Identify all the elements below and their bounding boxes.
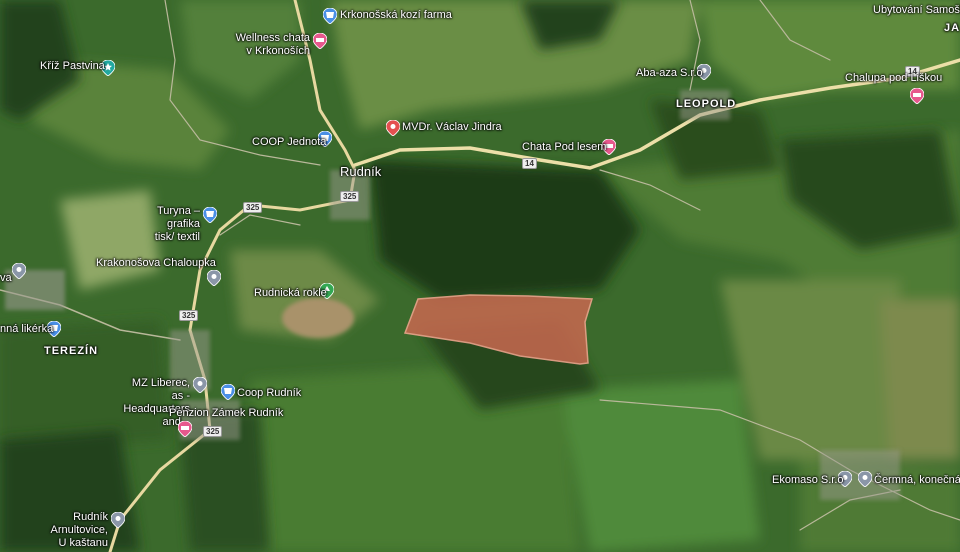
road-shield-325: 325 xyxy=(203,426,223,437)
poi-mvdr-place-icon[interactable] xyxy=(385,119,401,137)
place-label-leopold: LEOPOLD xyxy=(676,98,737,110)
poi-label-chalupa[interactable]: Chalupa pod Liškou xyxy=(845,72,942,85)
poi-label-coop-jednota[interactable]: COOP Jednota xyxy=(252,136,326,149)
poi-krkonosska-shopping-icon[interactable] xyxy=(322,7,338,25)
poi-label-coop-rudnik[interactable]: Coop Rudník xyxy=(237,387,301,400)
poi-label-rudnicka[interactable]: Rudnická rokle xyxy=(254,287,327,300)
poi-label-cermna[interactable]: Čermná, konečná xyxy=(874,474,960,487)
poi-label-krakonosova[interactable]: Krakonošova Chaloupka xyxy=(96,257,216,270)
poi-va-place-icon[interactable] xyxy=(11,262,27,280)
poi-label-turyna[interactable]: Turyna – grafika tisk/ textil xyxy=(128,205,200,244)
poi-label-krkonosska[interactable]: Krkonošská kozí farma xyxy=(340,9,452,22)
poi-label-kriz[interactable]: Kříž Pastvina xyxy=(40,60,105,73)
poi-label-arnultovice[interactable]: Rudník Arnultovice, U kaštanu xyxy=(26,511,108,550)
poi-cermna-place-icon[interactable] xyxy=(857,470,873,488)
place-label-rudnik: Rudník xyxy=(340,164,382,179)
poi-label-wellness[interactable]: Wellness chata v Krkonoších xyxy=(216,32,310,58)
poi-krakonosova-place-icon[interactable] xyxy=(206,269,222,287)
place-label-ja: JA xyxy=(944,22,960,34)
poi-label-chata-pod-lesem[interactable]: Chata Pod lesem xyxy=(522,141,606,154)
poi-chalupa-hotel-icon[interactable] xyxy=(909,87,925,105)
poi-label-mvdr[interactable]: MVDr. Václav Jindra xyxy=(402,121,502,134)
poi-label-ekomaso[interactable]: Ekomaso S.r.o xyxy=(772,474,844,487)
road-shield-14: 14 xyxy=(522,158,537,169)
poi-label-va[interactable]: va xyxy=(0,272,12,285)
poi-turyna-shopping-icon[interactable] xyxy=(202,206,218,224)
place-label-terezin: TEREZÍN xyxy=(44,345,99,357)
poi-penzion-hotel-icon[interactable] xyxy=(177,420,193,438)
motocross-track xyxy=(282,298,354,338)
poi-arnultovice-place-icon[interactable] xyxy=(110,511,126,529)
road-shield-325: 325 xyxy=(340,191,360,202)
satellite-map[interactable]: Rudník LEOPOLD TEREZÍN JA 325 325 325 32… xyxy=(0,0,960,552)
poi-coop-rudnik-shopping-icon[interactable] xyxy=(220,383,236,401)
road-shield-325: 325 xyxy=(243,202,263,213)
poi-label-aba-aza[interactable]: Aba-aza S.r.o xyxy=(636,67,703,80)
poi-label-likerka[interactable]: nná likérka xyxy=(0,323,53,336)
satellite-terrain xyxy=(0,0,960,552)
poi-label-penzion[interactable]: Penzion Zámek Rudník xyxy=(169,407,283,420)
poi-mz-liberec-place-icon[interactable] xyxy=(192,376,208,394)
poi-label-ubytovani[interactable]: Ubytování Samoška xyxy=(873,4,960,17)
road-shield-325: 325 xyxy=(179,310,199,321)
poi-wellness-hotel-icon[interactable] xyxy=(312,32,328,50)
